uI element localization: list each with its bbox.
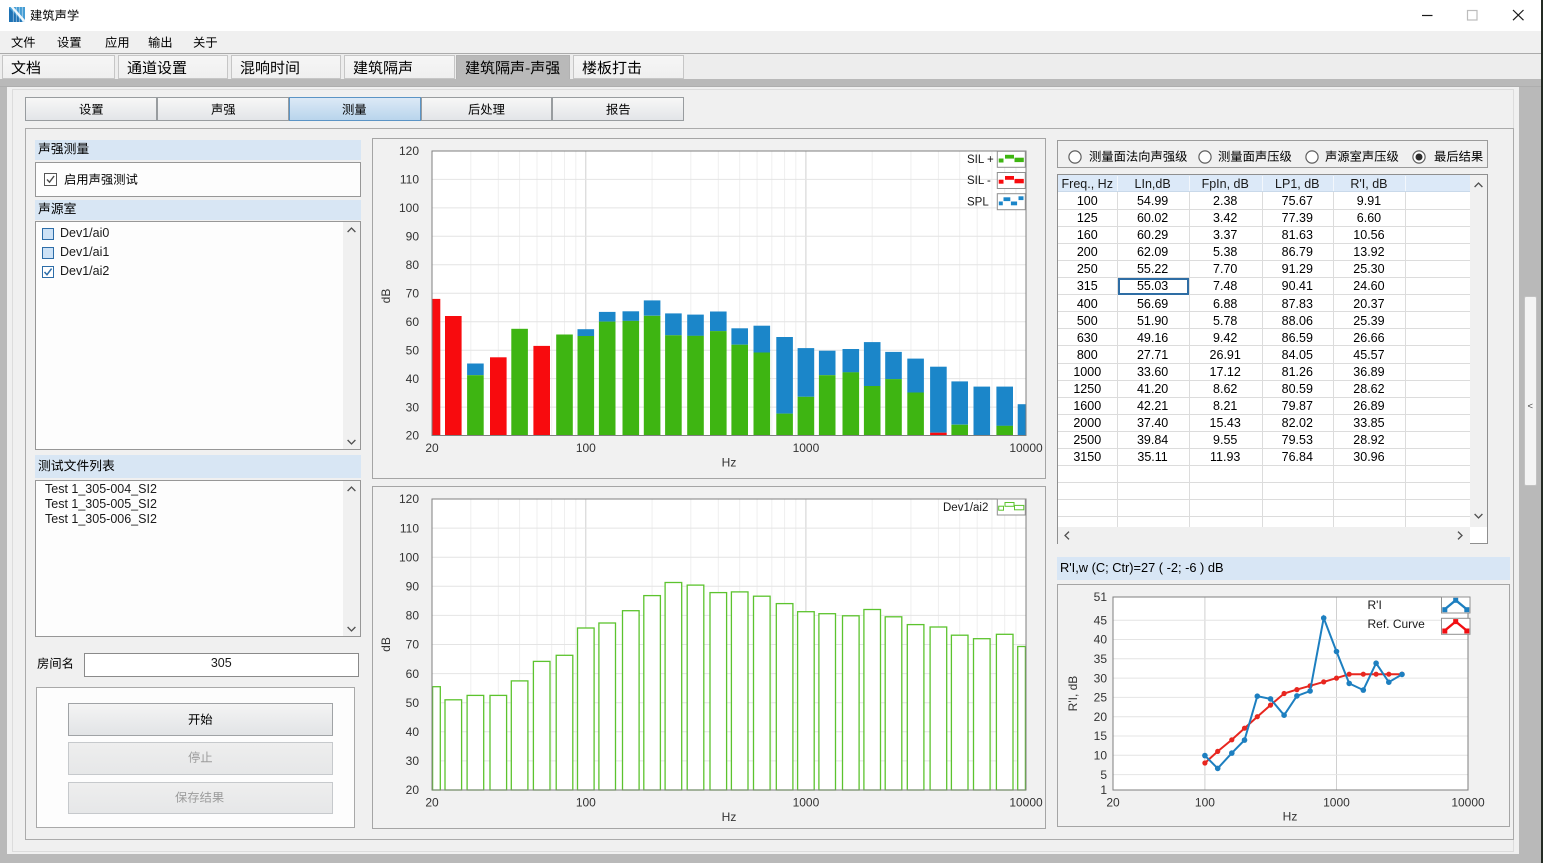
svg-text:25: 25 xyxy=(1094,691,1108,705)
svg-text:80: 80 xyxy=(406,258,420,272)
svg-text:dB: dB xyxy=(379,637,393,652)
svg-text:Hz: Hz xyxy=(722,456,737,470)
svg-text:10000: 10000 xyxy=(1451,796,1485,810)
svg-text:100: 100 xyxy=(576,796,596,810)
svg-text:5: 5 xyxy=(1100,768,1107,782)
svg-text:SIL +: SIL + xyxy=(967,154,994,166)
svg-text:15: 15 xyxy=(1094,729,1108,743)
svg-text:Hz: Hz xyxy=(722,810,737,824)
svg-text:1000: 1000 xyxy=(793,796,820,810)
svg-text:20: 20 xyxy=(1094,710,1108,724)
svg-text:Hz: Hz xyxy=(1283,810,1298,824)
svg-text:R'I, dB: R'I, dB xyxy=(1066,676,1080,712)
svg-text:120: 120 xyxy=(399,144,419,158)
svg-text:20: 20 xyxy=(1106,796,1120,810)
svg-text:80: 80 xyxy=(406,609,420,623)
svg-text:40: 40 xyxy=(1094,633,1108,647)
svg-text:40: 40 xyxy=(406,372,420,386)
svg-text:100: 100 xyxy=(1195,796,1215,810)
svg-text:35: 35 xyxy=(1094,652,1108,666)
svg-text:50: 50 xyxy=(406,696,420,710)
svg-text:90: 90 xyxy=(406,580,420,594)
svg-text:30: 30 xyxy=(406,400,420,414)
svg-text:90: 90 xyxy=(406,230,420,244)
svg-text:60: 60 xyxy=(406,667,420,681)
svg-text:dB: dB xyxy=(379,289,393,304)
svg-text:100: 100 xyxy=(576,441,596,455)
svg-text:20: 20 xyxy=(406,783,420,797)
svg-text:30: 30 xyxy=(1094,671,1108,685)
svg-text:Ref. Curve: Ref. Curve xyxy=(1368,617,1426,631)
svg-text:60: 60 xyxy=(406,315,420,329)
svg-text:70: 70 xyxy=(406,638,420,652)
svg-text:1000: 1000 xyxy=(1323,796,1350,810)
svg-text:120: 120 xyxy=(399,492,419,506)
svg-text:50: 50 xyxy=(406,343,420,357)
svg-text:110: 110 xyxy=(400,173,419,187)
svg-text:100: 100 xyxy=(399,201,419,215)
svg-text:45: 45 xyxy=(1094,613,1108,627)
svg-text:10000: 10000 xyxy=(1009,796,1043,810)
svg-text:10: 10 xyxy=(1094,748,1108,762)
svg-text:30: 30 xyxy=(406,754,420,768)
svg-text:20: 20 xyxy=(425,441,439,455)
svg-text:R'I: R'I xyxy=(1368,598,1382,612)
svg-text:70: 70 xyxy=(406,286,420,300)
svg-text:40: 40 xyxy=(406,725,420,739)
svg-text:SPL: SPL xyxy=(967,196,989,208)
svg-text:20: 20 xyxy=(406,429,420,443)
svg-text:20: 20 xyxy=(425,796,439,810)
svg-text:1000: 1000 xyxy=(793,441,820,455)
svg-text:Dev1/ai2: Dev1/ai2 xyxy=(943,502,988,514)
svg-text:110: 110 xyxy=(400,521,419,535)
svg-text:51: 51 xyxy=(1094,590,1108,604)
svg-text:100: 100 xyxy=(399,550,419,564)
